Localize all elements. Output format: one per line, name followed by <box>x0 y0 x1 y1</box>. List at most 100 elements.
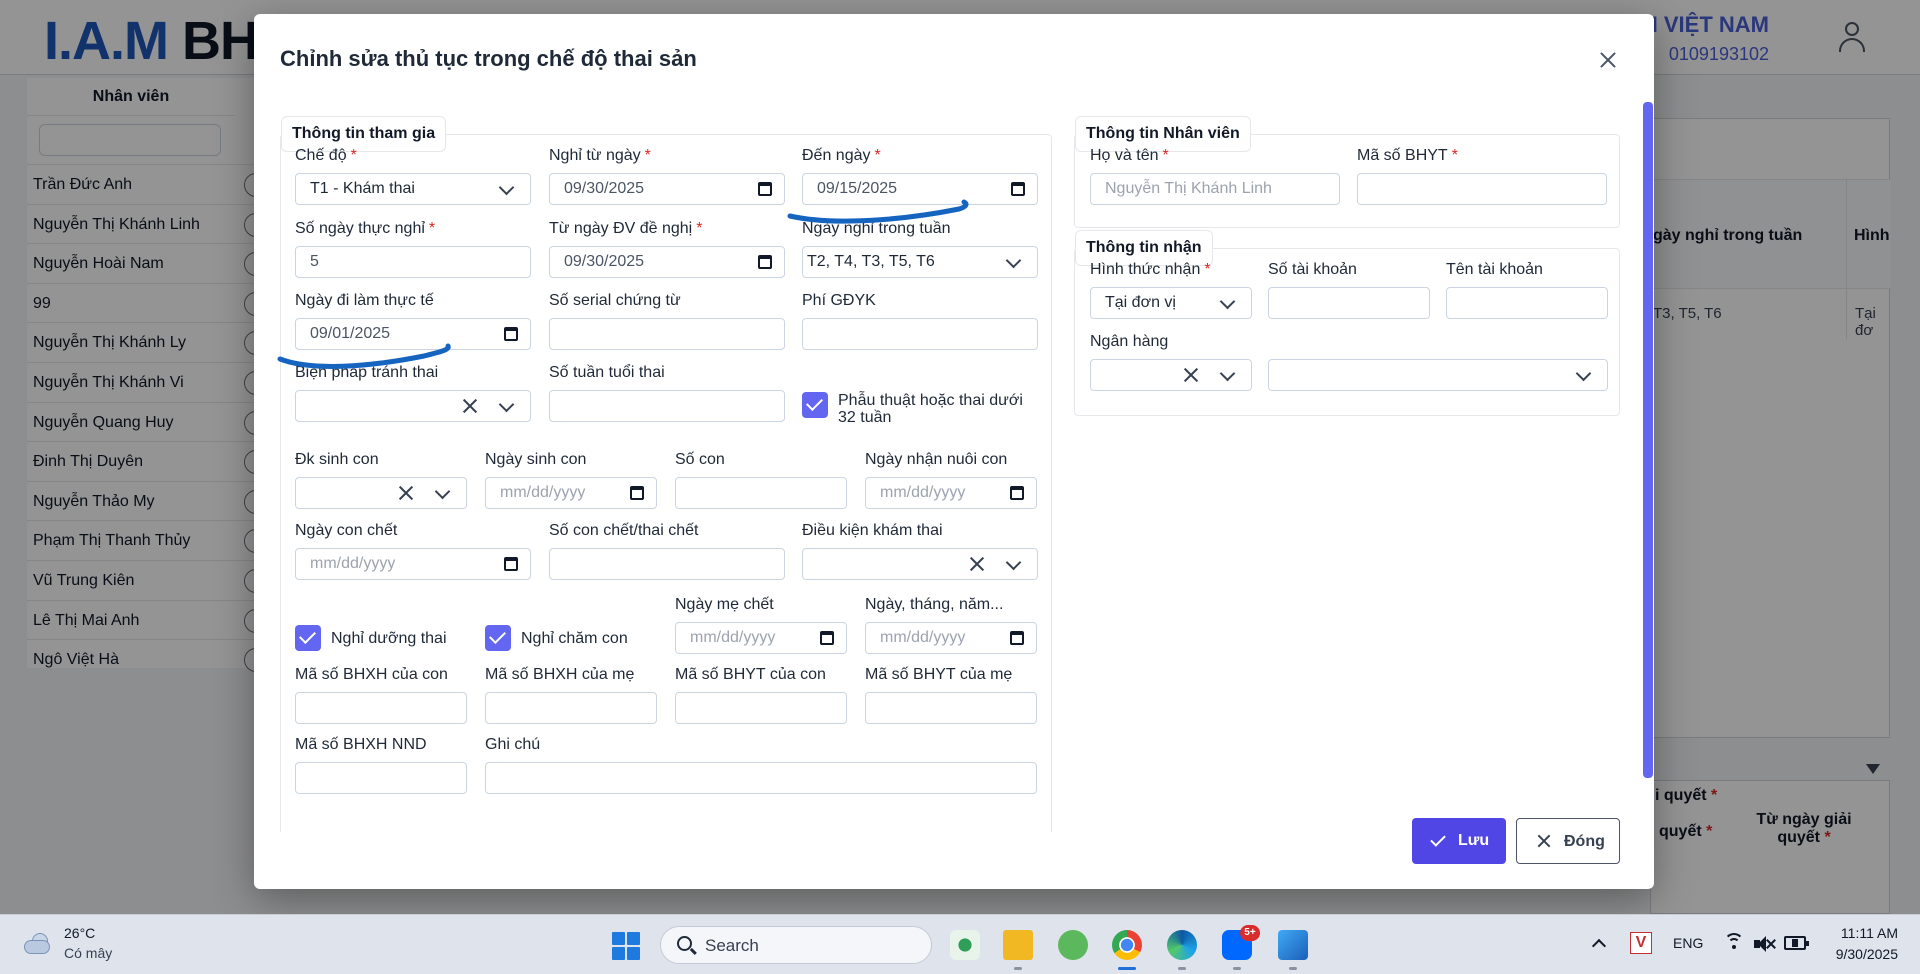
bien-phap-tranh-thai-select[interactable] <box>295 390 531 422</box>
nghi-duong-thai-label: Nghỉ dưỡng thai <box>331 630 447 647</box>
chevron-down-icon <box>498 179 515 196</box>
so-ngay-thuc-nghi-input[interactable]: 5 <box>295 246 531 278</box>
ten-tai-khoan-input[interactable] <box>1446 287 1608 319</box>
den-ngay-label: Đến ngày * <box>802 147 881 164</box>
windows-taskbar: 26°C Có mây Search 5+ V ENG 11:11 AM 9/3… <box>0 914 1920 974</box>
photos-icon[interactable] <box>1278 930 1308 960</box>
ngay-di-lam-thuc-te-input[interactable]: 09/01/2025 <box>295 318 531 350</box>
phau-thuat-label: Phẫu thuật hoặc thai dưới 32 tuần <box>838 392 1023 426</box>
copilot-icon[interactable] <box>950 930 980 960</box>
ngay-nghi-trong-tuan-select[interactable]: T2, T4, T3, T5, T6 <box>802 246 1038 278</box>
ngay-me-chet-input[interactable]: mm/dd/yyyy <box>675 622 847 654</box>
so-serial-chung-tu-input[interactable] <box>549 318 785 350</box>
che-do-label: Chế độ * <box>295 147 357 164</box>
clear-icon[interactable] <box>398 485 414 501</box>
so-con-input[interactable] <box>675 477 847 509</box>
tray-overflow-chevron-icon[interactable] <box>1591 938 1607 954</box>
calendar-icon[interactable] <box>630 486 644 500</box>
ngay-thang-nam-input[interactable]: mm/dd/yyyy <box>865 622 1037 654</box>
ngay-di-lam-thuc-te-label: Ngày đi làm thực tế <box>295 292 434 309</box>
tu-ngay-dv-de-nghi-input[interactable]: 09/30/2025 <box>549 246 785 278</box>
wifi-icon[interactable] <box>1724 933 1744 953</box>
edge-icon[interactable] <box>1167 930 1197 960</box>
windows-start-icon[interactable] <box>612 932 640 960</box>
ma-bhyt-con-label: Mã số BHYT của con <box>675 666 826 683</box>
taskbar-search[interactable]: Search <box>660 926 932 964</box>
den-ngay-input[interactable]: 09/15/2025 <box>802 173 1038 205</box>
ma-bhxh-con-input[interactable] <box>295 692 467 724</box>
ma-bhyt-me-input[interactable] <box>865 692 1037 724</box>
ngay-con-chet-label: Ngày con chết <box>295 522 398 539</box>
modal-scrollbar[interactable] <box>1643 102 1653 778</box>
hinh-thuc-nhan-label: Hình thức nhận * <box>1090 261 1211 278</box>
ma-bhxh-me-label: Mã số BHXH của mẹ <box>485 666 635 683</box>
nghi-cham-con-checkbox[interactable] <box>485 625 511 651</box>
ngan-hang-label: Ngân hàng <box>1090 333 1169 350</box>
so-con-chet-label: Số con chết/thai chết <box>549 522 699 539</box>
modal-body: Thông tin tham gia Chế độ * T1 - Khám tha… <box>280 102 1628 832</box>
so-tai-khoan-label: Số tài khoản <box>1268 261 1357 278</box>
calendar-icon[interactable] <box>758 255 772 269</box>
clock-time[interactable]: 11:11 AM <box>1841 925 1898 941</box>
so-con-chet-input[interactable] <box>549 548 785 580</box>
dieu-kien-kham-thai-select[interactable] <box>802 548 1038 580</box>
calendar-icon[interactable] <box>504 327 518 341</box>
ngay-thang-nam-label: Ngày, tháng, năm... <box>865 596 1004 613</box>
cloud-icon[interactable] <box>20 932 54 954</box>
language-indicator[interactable]: ENG <box>1673 935 1703 951</box>
so-ngay-thuc-nghi-label: Số ngày thực nghỉ * <box>295 220 436 237</box>
phau-thuat-checkbox[interactable] <box>802 392 828 418</box>
ma-so-bhyt-label: Mã số BHYT * <box>1357 147 1458 164</box>
chrome-icon[interactable] <box>1112 930 1142 960</box>
ma-bhxh-nnd-label: Mã số BHXH NND <box>295 736 427 753</box>
ma-bhyt-con-input[interactable] <box>675 692 847 724</box>
dk-sinh-con-select[interactable] <box>295 477 467 509</box>
calendar-icon[interactable] <box>1010 631 1024 645</box>
volume-muted-icon[interactable] <box>1754 935 1776 953</box>
bien-phap-tranh-thai-label: Biện pháp tránh thai <box>295 364 439 381</box>
clear-icon[interactable] <box>969 556 985 572</box>
ngay-nghi-trong-tuan-label: Ngày nghỉ trong tuần <box>802 220 951 237</box>
file-explorer-icon[interactable] <box>1003 930 1033 960</box>
ghi-chu-input[interactable] <box>485 762 1037 794</box>
ma-bhyt-me-label: Mã số BHYT của mẹ <box>865 666 1013 683</box>
calendar-icon[interactable] <box>1010 486 1024 500</box>
ho-va-ten-input[interactable]: Nguyễn Thị Khánh Linh <box>1090 173 1340 205</box>
cancel-button[interactable]: Đóng <box>1516 818 1620 864</box>
ngan-hang-branch-select[interactable] <box>1268 359 1608 391</box>
so-tuan-tuoi-thai-input[interactable] <box>549 390 785 422</box>
ngan-hang-select[interactable] <box>1090 359 1252 391</box>
battery-icon[interactable] <box>1784 936 1809 950</box>
calendar-icon[interactable] <box>820 631 834 645</box>
calendar-icon[interactable] <box>504 557 518 571</box>
calendar-icon[interactable] <box>758 182 772 196</box>
ma-bhxh-me-input[interactable] <box>485 692 657 724</box>
ma-bhxh-nnd-input[interactable] <box>295 762 467 794</box>
nghi-tu-ngay-label: Nghỉ từ ngày * <box>549 147 651 164</box>
chevron-down-icon <box>434 483 451 500</box>
clear-icon[interactable] <box>462 398 478 414</box>
nghi-duong-thai-checkbox[interactable] <box>295 625 321 651</box>
ngay-nhan-nuoi-con-input[interactable]: mm/dd/yyyy <box>865 477 1037 509</box>
zalo-notification-badge: 5+ <box>1240 925 1260 941</box>
so-tai-khoan-input[interactable] <box>1268 287 1430 319</box>
chevron-down-icon <box>1575 365 1592 382</box>
save-button[interactable]: Lưu <box>1412 818 1506 864</box>
che-do-select[interactable]: T1 - Khám thai <box>295 173 531 205</box>
ngay-con-chet-input[interactable]: mm/dd/yyyy <box>295 548 531 580</box>
close-icon[interactable] <box>1596 48 1620 72</box>
nghi-tu-ngay-input[interactable]: 09/30/2025 <box>549 173 785 205</box>
ma-so-bhyt-input[interactable] <box>1357 173 1607 205</box>
phi-gdyk-input[interactable] <box>802 318 1038 350</box>
hinh-thuc-nhan-select[interactable]: Tại đơn vị <box>1090 287 1252 319</box>
clear-icon[interactable] <box>1183 367 1199 383</box>
clock-date[interactable]: 9/30/2025 <box>1836 946 1898 962</box>
ngay-sinh-con-input[interactable]: mm/dd/yyyy <box>485 477 657 509</box>
weather-condition[interactable]: Có mây <box>64 945 112 961</box>
so-serial-chung-tu-label: Số serial chứng từ <box>549 292 681 309</box>
tray-app-icon[interactable]: V <box>1630 932 1652 954</box>
calendar-icon[interactable] <box>1011 182 1025 196</box>
check-icon <box>1430 831 1446 847</box>
green-app-icon[interactable] <box>1058 930 1088 960</box>
weather-temperature[interactable]: 26°C <box>64 925 95 941</box>
